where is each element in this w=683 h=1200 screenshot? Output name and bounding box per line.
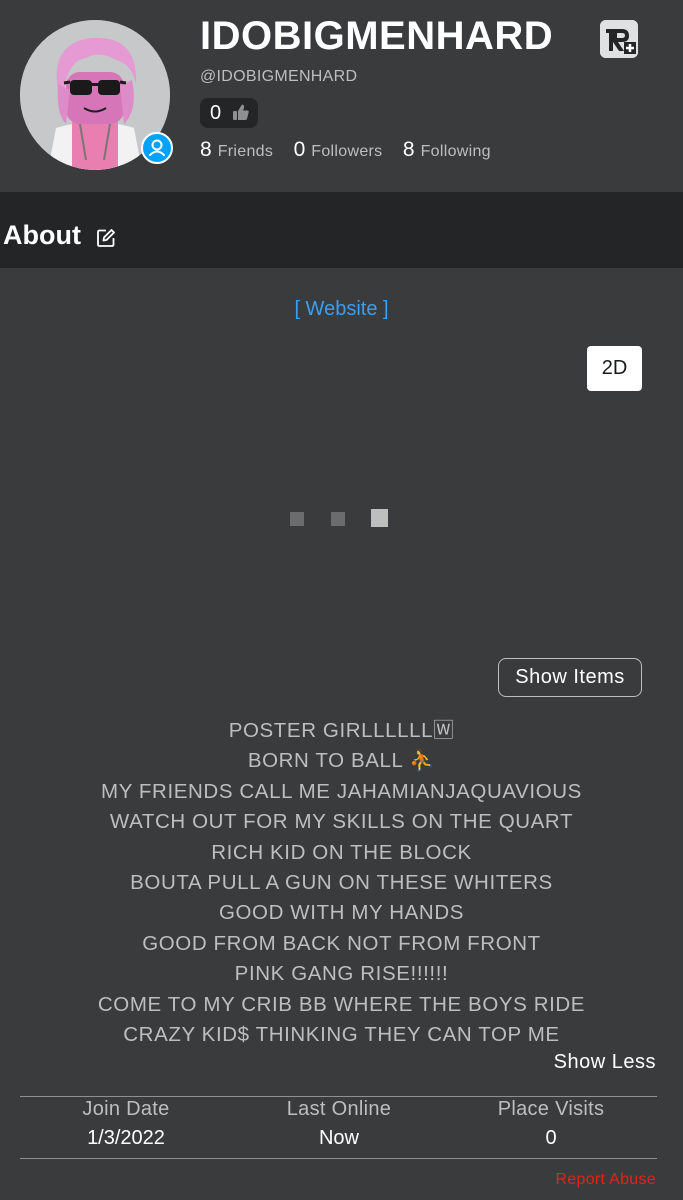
bio-line: MY FRIENDS CALL ME JAHAMIANJAQUAVIOUS xyxy=(101,779,582,803)
divider xyxy=(20,1158,657,1159)
followers-label: Followers xyxy=(311,143,383,160)
premium-icon xyxy=(600,20,638,58)
view-2d-button[interactable]: 2D xyxy=(587,346,642,391)
friends-stat[interactable]: 8 Friends xyxy=(200,138,273,162)
edit-icon[interactable] xyxy=(96,228,116,253)
bio-line: BOUTA PULL A GUN ON THESE WHITERS xyxy=(130,871,553,895)
last-online-value: Now xyxy=(318,1127,359,1149)
thumbs-up-icon xyxy=(232,103,250,126)
about-heading: About xyxy=(3,220,81,250)
divider xyxy=(20,1096,657,1097)
following-label: Following xyxy=(420,143,491,160)
reputation-count: 0 xyxy=(210,102,222,124)
bio-line: COME TO MY CRIB BB WHERE THE BOYS RIDE xyxy=(97,992,586,1016)
loading-dot xyxy=(290,512,304,526)
friends-count: 8 xyxy=(200,138,212,161)
bio-line: BORN TO BALL ⛹ xyxy=(247,749,436,773)
username: @IDOBIGMENHARD xyxy=(200,68,358,85)
bio-line: CRAZY KID$ THINKING THEY CAN TOP ME xyxy=(123,1023,560,1047)
bio-text: POSTER GIRLLLLLL🅆 BORN TO BALL ⛹ MY FRIE… xyxy=(0,716,683,1050)
avatar[interactable] xyxy=(20,20,173,170)
last-online-label: Last Online xyxy=(286,1098,392,1120)
last-online-stat: Last Online Now xyxy=(233,1098,445,1150)
show-less-link[interactable]: Show Less xyxy=(554,1051,656,1074)
followers-count: 0 xyxy=(293,138,306,161)
place-visits-value: 0 xyxy=(545,1127,557,1149)
join-date-value: 1/3/2022 xyxy=(87,1127,165,1149)
bio-line: PINK GANG RISE!!!!!! xyxy=(234,962,449,986)
show-items-button[interactable]: Show Items xyxy=(498,658,642,697)
website-link[interactable]: [ Website ] xyxy=(0,298,683,321)
followers-stat[interactable]: 0 Followers xyxy=(294,138,383,162)
profile-stats: 8 Friends 0 Followers 8 Following xyxy=(200,138,507,162)
bio-line: RICH KID ON THE BLOCK xyxy=(211,840,472,864)
loading-dot xyxy=(371,509,388,527)
join-date-stat: Join Date 1/3/2022 xyxy=(20,1098,232,1150)
display-name: IDOBIGMENHARD xyxy=(200,14,554,58)
join-date-label: Join Date xyxy=(82,1098,170,1120)
loading-dot xyxy=(331,512,345,526)
bio-line: POSTER GIRLLLLLL🅆 xyxy=(228,719,455,742)
reputation-badge[interactable]: 0 xyxy=(200,98,258,128)
profile-header: IDOBIGMENHARD @IDOBIGMENHARD 0 8 Friends … xyxy=(0,0,683,192)
place-visits-label: Place Visits xyxy=(497,1098,605,1120)
following-count: 8 xyxy=(402,138,415,161)
place-visits-stat: Place Visits 0 xyxy=(445,1098,657,1150)
bio-line: WATCH OUT FOR MY SKILLS ON THE QUART xyxy=(109,810,574,834)
bio-line: GOOD WITH MY HANDS xyxy=(218,901,465,925)
bio-line: GOOD FROM BACK NOT FROM FRONT xyxy=(142,931,541,955)
following-stat[interactable]: 8 Following xyxy=(403,138,491,162)
friends-label: Friends xyxy=(217,143,274,160)
user-presence-icon xyxy=(141,132,173,164)
report-abuse-link[interactable]: Report Abuse xyxy=(555,1171,656,1189)
